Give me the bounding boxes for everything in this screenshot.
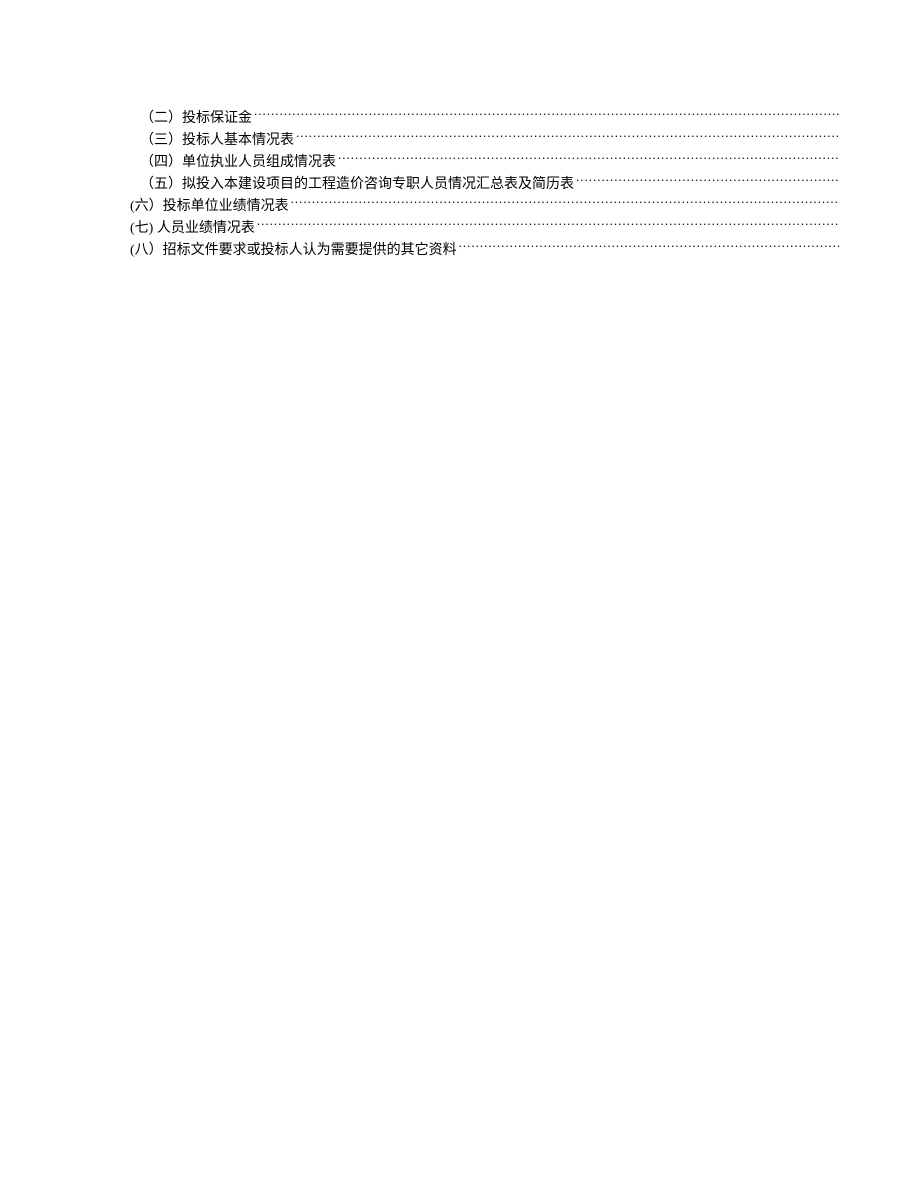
- toc-leader-dots: [338, 152, 840, 166]
- toc-leader-dots: [576, 174, 840, 188]
- toc-entry: （二）投标保证金: [130, 108, 840, 130]
- toc-entry: (八）招标文件要求或投标人认为需要提供的其它资料: [130, 240, 840, 262]
- toc-entry-label: (六）投标单位业绩情况表: [130, 196, 289, 218]
- toc-entry-label: （二）投标保证金: [140, 108, 252, 130]
- toc-entry: （四）单位执业人员组成情况表: [130, 152, 840, 174]
- table-of-contents: （二）投标保证金 （三）投标人基本情况表 （四）单位执业人员组成情况表 （五）拟…: [130, 108, 840, 262]
- toc-entry: (七) 人员业绩情况表: [130, 218, 840, 240]
- toc-entry-label: (八）招标文件要求或投标人认为需要提供的其它资料: [130, 240, 457, 262]
- toc-leader-dots: [459, 240, 840, 254]
- toc-entry-label: （四）单位执业人员组成情况表: [140, 152, 336, 174]
- toc-entry-label: （五）拟投入本建设项目的工程造价咨询专职人员情况汇总表及简历表: [140, 174, 574, 196]
- toc-entry-label: (七) 人员业绩情况表: [130, 218, 255, 240]
- toc-entry: （五）拟投入本建设项目的工程造价咨询专职人员情况汇总表及简历表: [130, 174, 840, 196]
- toc-leader-dots: [291, 196, 840, 210]
- toc-entry-label: （三）投标人基本情况表: [140, 130, 294, 152]
- toc-leader-dots: [296, 130, 840, 144]
- toc-leader-dots: [254, 108, 840, 122]
- toc-entry: (六）投标单位业绩情况表: [130, 196, 840, 218]
- toc-leader-dots: [257, 218, 840, 232]
- toc-entry: （三）投标人基本情况表: [130, 130, 840, 152]
